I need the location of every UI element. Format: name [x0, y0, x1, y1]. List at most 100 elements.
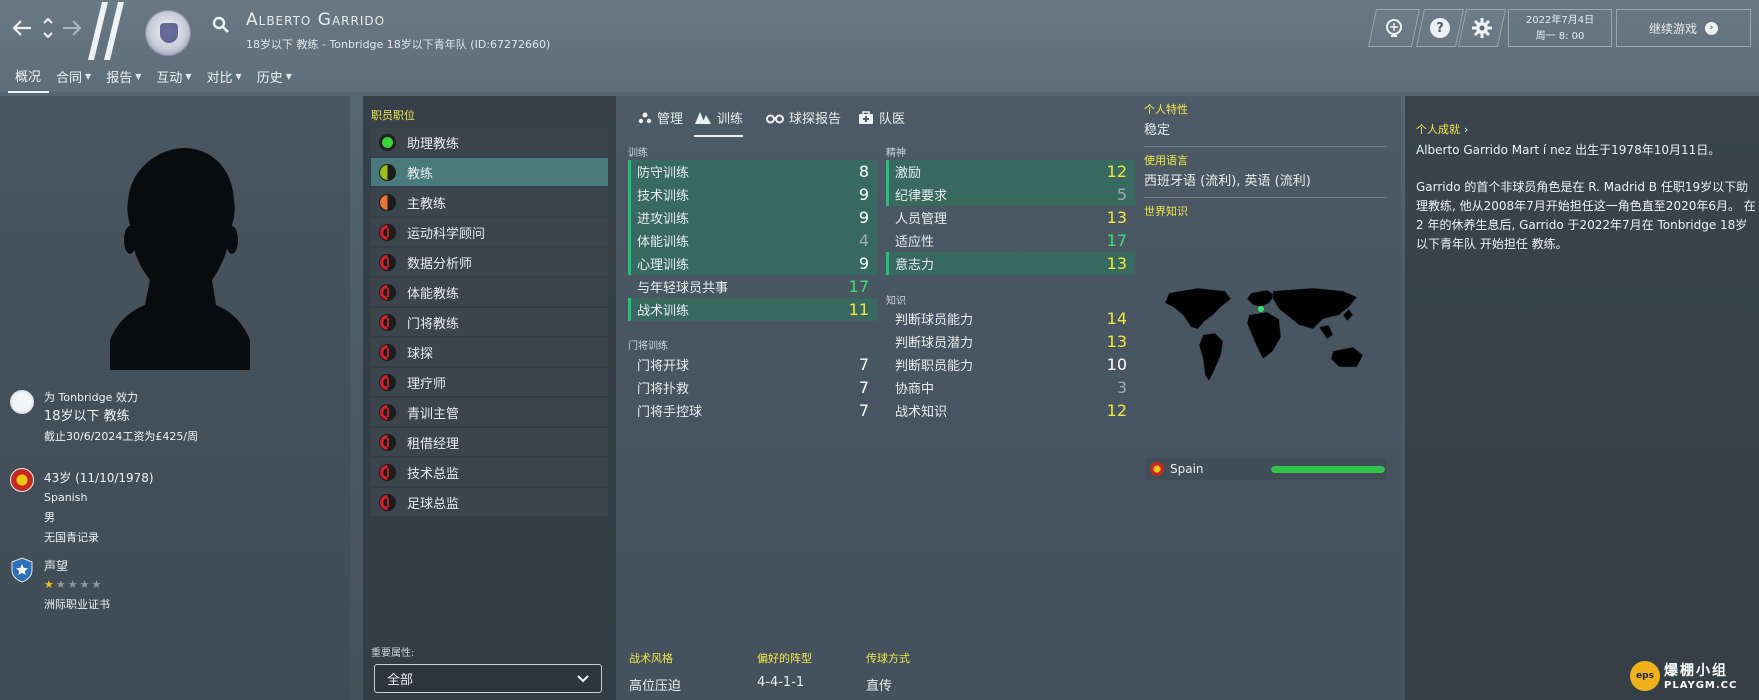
traits-section: 个人特性 稳定 使用语言 西班牙语 (流利), 英语 (流利) 世界知识	[1144, 101, 1387, 219]
tab-interaction[interactable]: 互动 ▼	[149, 62, 199, 93]
club-line[interactable]: 为 Tonbridge 效力	[44, 390, 198, 406]
role-item[interactable]: 助理教练	[371, 128, 608, 156]
role-item[interactable]: 技术总监	[371, 458, 608, 486]
role-list: 助理教练 教练 主教练 运动科学顾问 数据分析师 体能教练门将教练球探 理疗师 青训主管租借经…	[371, 128, 608, 518]
attribute-value: 9	[858, 254, 869, 273]
attribute-row[interactable]: 判断职员能力 10	[886, 353, 1135, 376]
role-item[interactable]: 门将教练	[371, 308, 608, 336]
person-subtitle[interactable]: 18岁以下 教练 - Tonbridge 18岁以下青年队 (ID:672726…	[246, 36, 550, 52]
attribute-row[interactable]: 门将开球 7	[628, 353, 877, 376]
attribute-label: 判断球员潜力	[895, 336, 974, 351]
attribute-row[interactable]: 适应性 17	[886, 229, 1135, 252]
social-feed-button[interactable]	[1367, 9, 1421, 47]
attribute-value: 9	[858, 185, 869, 204]
role-item[interactable]: 教练	[371, 158, 608, 186]
role-item[interactable]: 数据分析师	[371, 248, 608, 276]
mental-attributes: 激励 12 纪律要求 5 人员管理 13 适应性 17 意志力 13	[886, 160, 1135, 275]
attribute-label: 门将开球	[637, 359, 690, 374]
tab-history[interactable]: 历史 ▼	[250, 62, 300, 93]
attribute-row[interactable]: 技术训练 9	[628, 183, 877, 206]
role-label: 门将教练	[407, 316, 460, 332]
forward-arrow-icon[interactable]	[60, 14, 84, 42]
help-button[interactable]: ?	[1415, 9, 1465, 47]
key-attr-label: 重要属性:	[371, 648, 415, 659]
continue-button[interactable]: 继续游戏 ›	[1616, 9, 1751, 47]
role-label: 租借经理	[407, 436, 460, 452]
role-item[interactable]: 足球总监	[371, 488, 608, 516]
divider	[1144, 197, 1387, 198]
tab-label: 互动	[156, 71, 183, 86]
role-item[interactable]: 青训主管	[371, 398, 608, 426]
tab-contract[interactable]: 合同 ▼	[49, 62, 99, 93]
training-attributes: 防守训练 8 技术训练 9 进攻训练 9 体能训练 4 心理训练 9 与年轻球员共事 17 战术训练 11	[628, 160, 877, 321]
tab-medical[interactable]: 队医	[858, 108, 905, 135]
attribute-row[interactable]: 协商中 3	[886, 376, 1135, 399]
suitability-dot-icon	[379, 433, 396, 451]
binoculars-icon	[766, 114, 784, 123]
attribute-value: 4	[858, 231, 869, 250]
attribute-row[interactable]: 门将扑救 7	[628, 376, 877, 399]
attribute-value: 9	[858, 208, 869, 227]
tab-compare[interactable]: 对比 ▼	[200, 62, 250, 93]
attribute-row[interactable]: 激励 12	[886, 160, 1135, 183]
attribute-value: 17	[848, 277, 869, 296]
up-down-chevron-icon[interactable]	[36, 14, 60, 42]
person-name: Alberto Garrido	[246, 10, 386, 30]
attribute-row[interactable]: 与年轻球员共事 17	[628, 275, 877, 298]
nationality-text[interactable]: Spanish	[44, 488, 154, 508]
attribute-row[interactable]: 判断球员能力 14	[886, 307, 1135, 330]
role-item[interactable]: 运动科学顾问	[371, 218, 608, 246]
tab-scouting[interactable]: 球探报告	[766, 108, 841, 135]
attribute-label: 技术训练	[637, 189, 690, 204]
attribute-row[interactable]: 心理训练 9	[628, 252, 877, 275]
attribute-row[interactable]: 防守训练 8	[628, 160, 877, 183]
country-knowledge-row[interactable]: Spain	[1145, 458, 1387, 480]
passing-value: 直传	[866, 679, 893, 694]
club-badge-icon[interactable]	[145, 10, 191, 56]
settings-button[interactable]	[1457, 9, 1507, 47]
search-icon[interactable]	[212, 16, 230, 37]
star-icon: ★	[44, 578, 54, 591]
role-item[interactable]: 主教练	[371, 188, 608, 216]
tab-reports[interactable]: 报告 ▼	[99, 62, 149, 93]
attribute-row[interactable]: 战术训练 11	[628, 298, 877, 321]
attribute-row[interactable]: 判断球员潜力 13	[886, 330, 1135, 353]
spain-flag-icon	[1150, 462, 1164, 476]
attribute-row[interactable]: 进攻训练 9	[628, 206, 877, 229]
preferred-formation: 偏好的阵型 4-4-1-1	[757, 650, 812, 690]
role-item[interactable]: 球探	[371, 338, 608, 366]
suitability-dot-icon	[379, 253, 396, 271]
attribute-label: 防守训练	[637, 166, 690, 181]
world-map-image[interactable]	[1143, 285, 1388, 395]
watermark: eps 爆棚小组 PLAYGM.CC	[1630, 660, 1737, 691]
attribute-row[interactable]: 纪律要求 5	[886, 183, 1135, 206]
shield-star-icon	[10, 557, 34, 583]
role-item[interactable]: 理疗师	[371, 368, 608, 396]
attribute-value: 5	[1116, 185, 1127, 204]
star-icon: ★	[55, 578, 66, 591]
attribute-row[interactable]: 人员管理 13	[886, 206, 1135, 229]
back-arrow-icon[interactable]	[10, 14, 34, 42]
tab-management[interactable]: 管理	[638, 108, 683, 135]
achievements-title: 个人成就	[1416, 123, 1460, 136]
key-attr-select[interactable]: 全部	[374, 664, 602, 693]
suitability-dot-icon	[379, 373, 396, 391]
attribute-value: 3	[1116, 378, 1127, 397]
key-attr-value: 全部	[387, 673, 414, 688]
role-item[interactable]: 体能教练	[371, 278, 608, 306]
mental-title: 精神	[886, 148, 906, 159]
attribute-row[interactable]: 战术知识 12	[886, 399, 1135, 422]
suitability-dot-icon	[379, 193, 396, 211]
date-text: 2022年7月4日	[1525, 15, 1595, 26]
achievements-link[interactable]: 个人成就 ›	[1416, 120, 1756, 139]
attribute-row[interactable]: 门将手控球 7	[628, 399, 877, 422]
attribute-row[interactable]: 体能训练 4	[628, 229, 877, 252]
tab-training[interactable]: 训练	[694, 108, 744, 137]
attribute-value: 14	[1106, 309, 1127, 328]
tab-overview[interactable]: 概况	[8, 62, 50, 93]
attribute-row[interactable]: 意志力 13	[886, 252, 1135, 275]
chevron-down-icon: ▼	[285, 72, 292, 81]
role-item[interactable]: 租借经理	[371, 428, 608, 456]
date-display[interactable]: 2022年7月4日 周一 8: 00	[1508, 9, 1612, 47]
attribute-value: 11	[848, 300, 869, 319]
